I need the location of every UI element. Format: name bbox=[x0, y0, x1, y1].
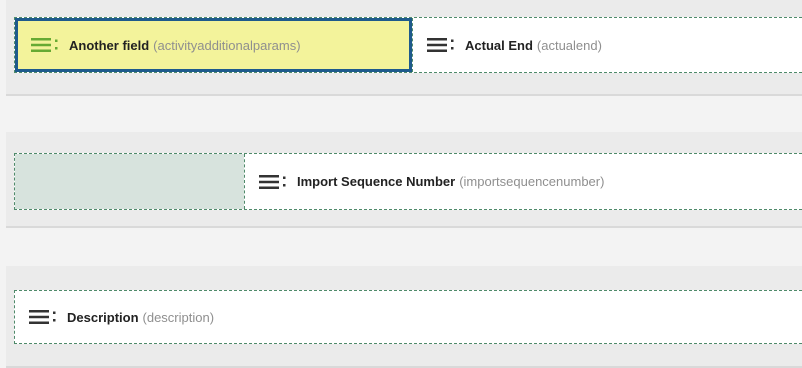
field-schema-name: (description) bbox=[142, 309, 215, 325]
section-gap bbox=[6, 96, 802, 132]
drag-handle-icon bbox=[427, 37, 457, 53]
drag-handle-icon bbox=[259, 174, 289, 190]
field-schema-name: (activityadditionalparams) bbox=[153, 37, 301, 53]
field-cell-description[interactable]: Description (description) bbox=[15, 291, 802, 343]
field-schema-name: (importsequencenumber) bbox=[459, 174, 605, 189]
drag-handle-icon bbox=[29, 309, 59, 325]
section-gap bbox=[6, 228, 802, 266]
field-display-name: Another field bbox=[69, 37, 150, 53]
field-display-name: Actual End bbox=[465, 37, 533, 53]
field-row-2: Import Sequence Number (importsequencenu… bbox=[14, 153, 802, 210]
field-row-3: Description (description) bbox=[14, 290, 802, 344]
field-schema-name: (actualend) bbox=[536, 37, 602, 53]
field-cell-another-field[interactable]: Another field (activityadditionalparams) bbox=[15, 18, 412, 72]
field-cell-actual-end[interactable]: Actual End (actualend) bbox=[412, 18, 802, 72]
field-display-name: Import Sequence Number bbox=[297, 174, 456, 189]
field-cell-import-sequence-number[interactable]: Import Sequence Number (importsequencenu… bbox=[244, 154, 802, 209]
empty-field-cell[interactable] bbox=[15, 154, 244, 209]
field-row-1: Another field (activityadditionalparams)… bbox=[14, 17, 802, 73]
drag-handle-icon bbox=[31, 37, 61, 53]
field-display-name: Description bbox=[67, 309, 139, 325]
